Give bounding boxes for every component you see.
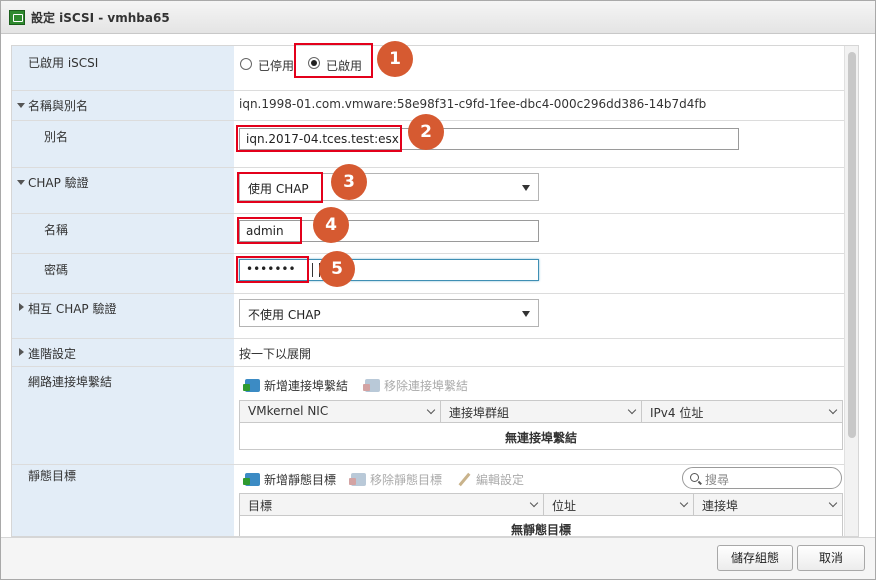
row-iscsi-enabled: 已啟用 iSCSI 已停用 已啟用 <box>12 46 858 91</box>
remove-port-binding-button[interactable]: 移除連接埠繫結 <box>363 377 468 394</box>
column-port-group[interactable]: 連接埠群組 <box>441 401 642 423</box>
dialog-title: 設定 iSCSI - vmhba65 <box>31 10 170 25</box>
column-address[interactable]: 位址 <box>544 494 694 516</box>
add-static-target-icon <box>243 473 260 486</box>
chevron-down-icon <box>426 405 436 415</box>
alias-label: 別名 <box>44 130 69 144</box>
chevron-down-icon <box>828 405 838 415</box>
chap-password-label: 密碼 <box>44 263 69 277</box>
storage-adapter-icon <box>9 9 25 25</box>
dialog-footer: 儲存組態 取消 <box>1 537 875 579</box>
name-alias-label: 名稱與別名 <box>28 99 89 113</box>
static-targets-label: 靜態目標 <box>28 469 77 483</box>
column-vmkernel-nic[interactable]: VMkernel NIC <box>240 401 441 423</box>
dropdown-arrow-icon <box>522 185 530 191</box>
column-port[interactable]: 連接埠 <box>694 494 842 516</box>
iscsi-enabled-label: 已啟用 iSCSI <box>28 56 99 70</box>
vertical-scrollbar[interactable] <box>844 46 858 536</box>
pencil-icon <box>457 473 472 486</box>
row-mutual-chap: 相互 CHAP 驗證 不使用 CHAP <box>12 294 858 339</box>
column-ipv4-address[interactable]: IPv4 位址 <box>642 401 842 423</box>
radio-disabled-label[interactable]: 已停用 <box>258 57 294 74</box>
row-port-binding: 網路連接埠繫結 新增連接埠繫結 移除連接埠繫結 VMkernel NIC 連接埠… <box>12 367 858 465</box>
chevron-down-icon <box>828 498 838 508</box>
mutual-chap-method-value: 不使用 CHAP <box>248 308 321 322</box>
annotation-badge-1: 1 <box>377 41 413 77</box>
collapse-triangle-icon[interactable] <box>17 180 25 185</box>
row-static-targets: 靜態目標 新增靜態目標 移除靜態目標 編輯設定 搜尋 目標 位址 連接埠 無靜態… <box>12 465 858 537</box>
expand-triangle-icon[interactable] <box>19 348 24 356</box>
chap-name-label: 名稱 <box>44 223 69 237</box>
mutual-chap-label: 相互 CHAP 驗證 <box>28 302 117 316</box>
column-target[interactable]: 目標 <box>240 494 544 516</box>
port-binding-table: VMkernel NIC 連接埠群組 IPv4 位址 無連接埠繫結 <box>239 400 843 450</box>
collapse-triangle-icon[interactable] <box>17 103 25 108</box>
dropdown-arrow-icon <box>522 311 530 317</box>
search-input[interactable]: 搜尋 <box>682 467 842 489</box>
chevron-down-icon <box>679 498 689 508</box>
expand-triangle-icon[interactable] <box>19 303 24 311</box>
static-targets-table: 目標 位址 連接埠 無靜態目標 <box>239 493 843 537</box>
row-advanced[interactable]: 進階設定 按一下以展開 <box>12 339 858 367</box>
annotation-badge-5: 5 <box>319 251 355 287</box>
chevron-down-icon <box>627 405 637 415</box>
advanced-label: 進階設定 <box>28 347 77 361</box>
configure-iscsi-dialog: 設定 iSCSI - vmhba65 已啟用 iSCSI 已停用 已啟用 名稱與… <box>0 0 876 580</box>
annotation-badge-4: 4 <box>313 207 349 243</box>
iqn-value: iqn.1998-01.com.vmware:58e98f31-c9fd-1fe… <box>239 97 707 111</box>
highlight-box-3 <box>237 172 323 203</box>
port-binding-label: 網路連接埠繫結 <box>28 375 113 389</box>
scrollbar-thumb[interactable] <box>848 52 856 438</box>
highlight-box-1 <box>294 43 373 78</box>
port-binding-empty: 無連接埠繫結 <box>504 431 577 445</box>
row-chap-name: 名稱 admin <box>12 214 858 254</box>
row-chap: CHAP 驗證 使用 CHAP <box>12 168 858 214</box>
edit-settings-button[interactable]: 編輯設定 <box>457 471 524 488</box>
mutual-chap-method-select[interactable]: 不使用 CHAP <box>239 299 539 327</box>
remove-port-binding-icon <box>363 379 380 392</box>
search-icon <box>690 473 699 482</box>
annotation-badge-2: 2 <box>408 114 444 150</box>
highlight-box-5 <box>236 256 309 283</box>
highlight-box-4 <box>237 217 302 244</box>
dialog-titlebar: 設定 iSCSI - vmhba65 <box>1 1 875 34</box>
chap-label: CHAP 驗證 <box>28 176 89 190</box>
add-static-target-button[interactable]: 新增靜態目標 <box>243 471 336 488</box>
add-port-binding-icon <box>243 379 260 392</box>
static-targets-empty: 無靜態目標 <box>510 523 571 537</box>
radio-disabled[interactable] <box>240 58 252 70</box>
highlight-box-2 <box>236 125 402 152</box>
remove-static-target-icon <box>349 473 366 486</box>
add-port-binding-button[interactable]: 新增連接埠繫結 <box>243 377 348 394</box>
cancel-button[interactable]: 取消 <box>797 545 865 571</box>
row-chap-password: 密碼 ••••••• <box>12 254 858 294</box>
chevron-down-icon <box>529 498 539 508</box>
save-configuration-button[interactable]: 儲存組態 <box>717 545 793 571</box>
annotation-badge-3: 3 <box>331 164 367 200</box>
advanced-hint[interactable]: 按一下以展開 <box>239 345 311 362</box>
remove-static-target-button[interactable]: 移除靜態目標 <box>349 471 442 488</box>
